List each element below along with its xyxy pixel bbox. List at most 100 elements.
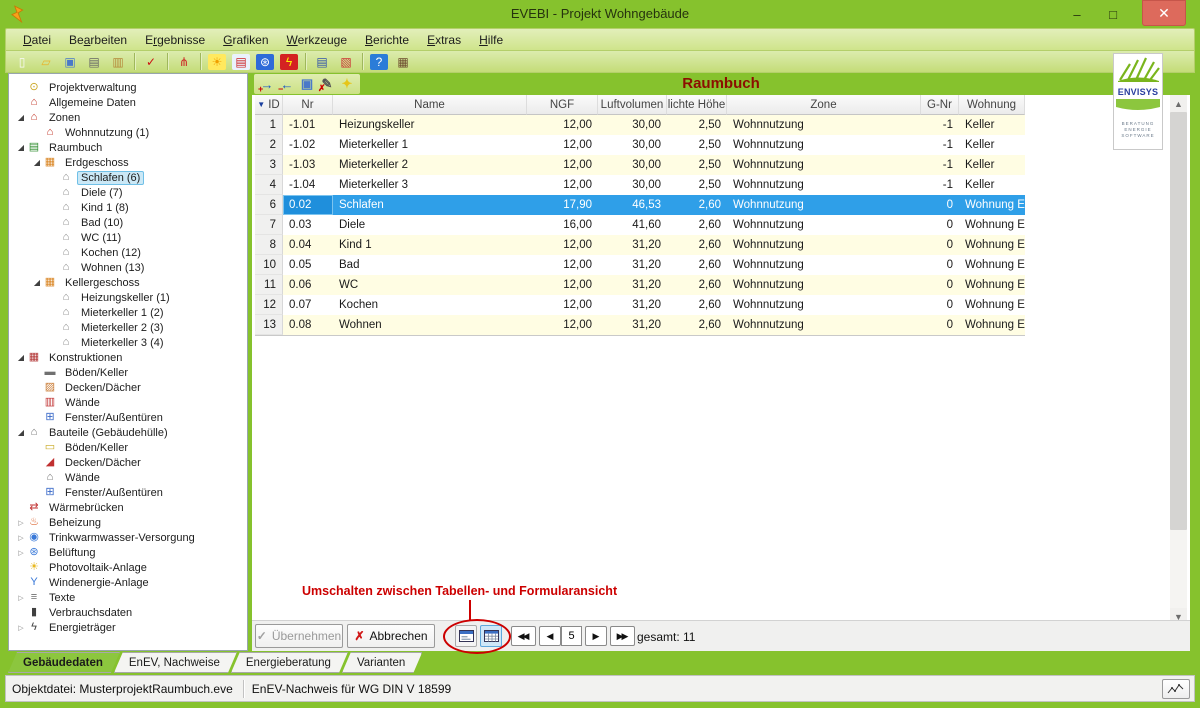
table-cell[interactable]: 17,90 xyxy=(527,195,598,215)
table-cell[interactable]: 12 xyxy=(255,295,283,315)
table-cell[interactable]: Wohnung EG xyxy=(959,315,1025,335)
sidebar-item-kochen-12[interactable]: ⌂Kochen (12) xyxy=(9,245,247,260)
table-cell[interactable]: Wohnnutzung xyxy=(727,255,921,275)
radiator-icon[interactable]: ▤ xyxy=(230,52,252,71)
table-cell[interactable]: Mieterkeller 2 xyxy=(333,155,527,175)
table-cell[interactable]: 31,20 xyxy=(598,255,667,275)
table-cell[interactable]: 6 xyxy=(255,195,283,215)
table-cell[interactable]: 0.08 xyxy=(283,315,333,335)
table-cell[interactable]: 12,00 xyxy=(527,295,598,315)
table-cell[interactable]: 2,60 xyxy=(667,295,727,315)
table-cell[interactable]: -1.02 xyxy=(283,135,333,155)
table-cell[interactable]: 30,00 xyxy=(598,135,667,155)
menu-item-bearbeiten[interactable]: Bearbeiten xyxy=(60,31,136,49)
sidebar-item-trinkwarmwasser-versorgung[interactable]: ▷◉Trinkwarmwasser-Versorgung xyxy=(9,530,247,545)
sidebar-item-erdgeschoss[interactable]: ◢▦Erdgeschoss xyxy=(9,155,247,170)
sidebar-item-kind-1-8[interactable]: ⌂Kind 1 (8) xyxy=(9,200,247,215)
table-cell[interactable]: 0.02 xyxy=(283,195,333,215)
table-cell[interactable]: Schlafen xyxy=(333,195,527,215)
column-header-nr[interactable]: Nr xyxy=(283,95,333,115)
column-header-id[interactable]: ▼ID xyxy=(255,95,283,115)
table-cell[interactable]: 2,50 xyxy=(667,115,727,135)
table-cell[interactable]: 0 xyxy=(921,195,959,215)
column-header-g-nr[interactable]: G-Nr xyxy=(921,95,959,115)
sidebar-item-fenster-au-ent-ren[interactable]: ⊞Fenster/Außentüren xyxy=(9,410,247,425)
table-cell[interactable]: -1.04 xyxy=(283,175,333,195)
table-row[interactable]: 100.05Bad12,0031,202,60Wohnnutzung0Wohnu… xyxy=(255,255,1025,275)
table-cell[interactable]: 3 xyxy=(255,155,283,175)
table-row[interactable]: 130.08Wohnen12,0031,202,60Wohnnutzung0Wo… xyxy=(255,315,1025,335)
form-view-button[interactable] xyxy=(455,625,477,647)
table-cell[interactable]: Kochen xyxy=(333,295,527,315)
table-cell[interactable]: Wohnnutzung xyxy=(727,155,921,175)
help-icon[interactable]: ? xyxy=(368,52,390,71)
sidebar-item-w-rmebr-cken[interactable]: ⇄Wärmebrücken xyxy=(9,500,247,515)
first-record-button[interactable]: ◀◀ xyxy=(511,626,536,646)
table-cell[interactable]: 30,00 xyxy=(598,115,667,135)
cancel-button[interactable]: ✗Abbrechen xyxy=(347,624,435,648)
sidebar-item-wohnnutzung-1[interactable]: ⌂Wohnnutzung (1) xyxy=(9,125,247,140)
sidebar-item-bel-ftung[interactable]: ▷⊛Belüftung xyxy=(9,545,247,560)
sidebar-item-kellergeschoss[interactable]: ◢▦Kellergeschoss xyxy=(9,275,247,290)
table-row[interactable]: 60.02Schlafen17,9046,532,60Wohnnutzung0W… xyxy=(255,195,1025,215)
last-record-button[interactable]: ▶▶ xyxy=(610,626,635,646)
table-cell[interactable]: Wohnnutzung xyxy=(727,195,921,215)
table-cell[interactable]: 2,50 xyxy=(667,175,727,195)
table-cell[interactable]: 7 xyxy=(255,215,283,235)
scroll-up-icon[interactable]: ▲ xyxy=(1170,95,1187,112)
table-cell[interactable]: 30,00 xyxy=(598,175,667,195)
table-cell[interactable]: -1.01 xyxy=(283,115,333,135)
menu-item-hilfe[interactable]: Hilfe xyxy=(470,31,512,49)
table-cell[interactable]: 0.07 xyxy=(283,295,333,315)
expand-arrow-icon[interactable]: ▷ xyxy=(15,519,27,527)
collapse-arrow-icon[interactable]: ◢ xyxy=(15,428,27,437)
table-cell[interactable]: 41,60 xyxy=(598,215,667,235)
table-cell[interactable]: Wohnung EG xyxy=(959,215,1025,235)
table-cell[interactable]: 4 xyxy=(255,175,283,195)
copy-icon[interactable]: ▣ xyxy=(59,52,81,71)
expand-arrow-icon[interactable]: ▷ xyxy=(15,594,27,602)
table-cell[interactable]: Wohnnutzung xyxy=(727,175,921,195)
collapse-arrow-icon[interactable]: ◢ xyxy=(31,278,43,287)
sidebar-item-diele-7[interactable]: ⌂Diele (7) xyxy=(9,185,247,200)
apply-button[interactable]: ✓Übernehmen xyxy=(255,624,343,648)
table-cell[interactable]: -1.03 xyxy=(283,155,333,175)
table-row[interactable]: 1-1.01Heizungskeller12,0030,002,50Wohnnu… xyxy=(255,115,1025,135)
table-cell[interactable]: 0 xyxy=(921,235,959,255)
table-cell[interactable]: Keller xyxy=(959,175,1025,195)
sidebar-item-zonen[interactable]: ◢⌂Zonen xyxy=(9,110,247,125)
chart-button[interactable] xyxy=(1162,679,1190,699)
column-header-name[interactable]: Name xyxy=(333,95,527,115)
previous-record-button[interactable]: ◀ xyxy=(539,626,561,646)
column-header-wohnung[interactable]: Wohnung xyxy=(959,95,1025,115)
sidebar-item-mieterkeller-2-3[interactable]: ⌂Mieterkeller 2 (3) xyxy=(9,320,247,335)
table-cell[interactable]: 12,00 xyxy=(527,315,598,335)
sidebar-item-bauteile-geb-udeh-lle[interactable]: ◢⌂Bauteile (Gebäudehülle) xyxy=(9,425,247,440)
table-cell[interactable]: 13 xyxy=(255,315,283,335)
collapse-arrow-icon[interactable]: ◢ xyxy=(31,158,43,167)
table-cell[interactable]: Mieterkeller 3 xyxy=(333,175,527,195)
expand-arrow-icon[interactable]: ▷ xyxy=(15,549,27,557)
sidebar-item-heizungskeller-1[interactable]: ⌂Heizungskeller (1) xyxy=(9,290,247,305)
table-cell[interactable]: Wohnnutzung xyxy=(727,135,921,155)
table-cell[interactable]: 2,60 xyxy=(667,195,727,215)
table-cell[interactable]: Keller xyxy=(959,155,1025,175)
table-cell[interactable]: 0 xyxy=(921,315,959,335)
sidebar-item-konstruktionen[interactable]: ◢▦Konstruktionen xyxy=(9,350,247,365)
table-cell[interactable]: Wohnung EG xyxy=(959,235,1025,255)
table-cell[interactable]: Keller xyxy=(959,115,1025,135)
table-cell[interactable]: Diele xyxy=(333,215,527,235)
table-cell[interactable]: 31,20 xyxy=(598,315,667,335)
sidebar-item-bad-10[interactable]: ⌂Bad (10) xyxy=(9,215,247,230)
table-cell[interactable]: 0.05 xyxy=(283,255,333,275)
table-cell[interactable]: 11 xyxy=(255,275,283,295)
sidebar-item-projektverwaltung[interactable]: ⊙Projektverwaltung xyxy=(9,80,247,95)
menu-item-extras[interactable]: Extras xyxy=(418,31,470,49)
sidebar-item-wohnen-13[interactable]: ⌂Wohnen (13) xyxy=(9,260,247,275)
table-cell[interactable]: Wohnen xyxy=(333,315,527,335)
table-cell[interactable]: 1 xyxy=(255,115,283,135)
sidebar-item-energietr-ger[interactable]: ▷ϟEnergieträger xyxy=(9,620,247,635)
column-header-zone[interactable]: Zone xyxy=(727,95,921,115)
table-cell[interactable]: Wohnnutzung xyxy=(727,235,921,255)
report-pdf-icon[interactable]: ▧ xyxy=(335,52,357,71)
